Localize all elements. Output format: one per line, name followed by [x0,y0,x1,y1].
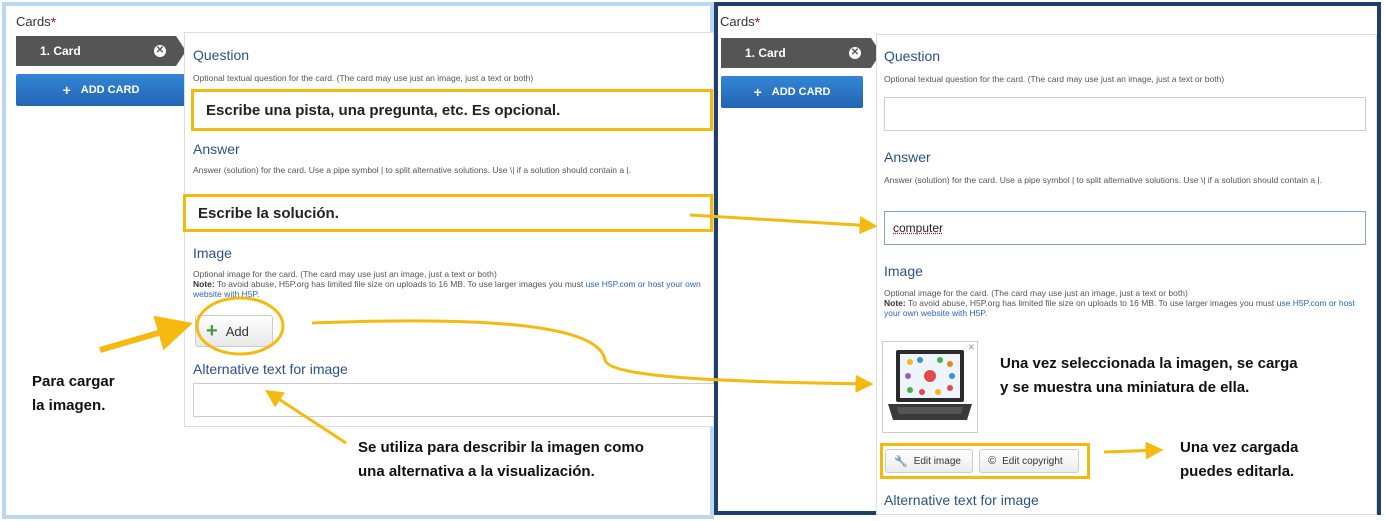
card-tab-1[interactable]: 1. Card ✕ [16,36,186,66]
alt-text-heading: Alternative text for image [884,492,1039,508]
remove-icon[interactable]: ✕ [967,342,975,353]
right-editor-panel: Cards* 1. Card ✕ + ADD CARD Question Opt… [714,2,1381,515]
question-description: Optional textual question for the card. … [193,73,534,83]
thumbnail-note: Una vez seleccionada la imagen, se carga… [1000,355,1298,396]
close-icon[interactable]: ✕ [154,45,166,57]
image-description: Optional image for the card. (The card m… [193,269,701,299]
left-editor-panel: Cards* 1. Card ✕ + ADD CARD Question Opt… [2,2,715,519]
image-description: Optional image for the card. (The card m… [884,288,1355,318]
question-heading: Question [193,47,250,63]
image-heading: Image [884,263,923,279]
question-input[interactable] [884,97,1366,131]
add-card-button[interactable]: + ADD CARD [721,76,863,108]
image-heading: Image [193,245,232,261]
edit-note: Una vez cargada puedes editarla. [1180,439,1299,480]
close-icon[interactable]: ✕ [849,47,861,59]
plus-icon: + [206,320,218,342]
image-thumbnail[interactable]: ✕ [882,341,978,433]
card-form: Question Optional textual question for t… [876,34,1377,515]
card-tab-1[interactable]: 1. Card ✕ [721,38,881,68]
card-form: Question Optional textual question for t… [183,32,715,427]
question-overlay: Escribe una pista, una pregunta, etc. Es… [191,89,713,131]
answer-description: Answer (solution) for the card. Use a pi… [884,175,1322,185]
card-tab-label: 1. Card [745,46,786,60]
edit-buttons-highlight [880,443,1090,479]
question-description: Optional textual question for the card. … [884,74,1225,84]
plus-icon: + [753,84,762,100]
answer-input[interactable]: computer [884,211,1366,245]
alt-text-note: Se utiliza para describir la imagen como… [354,436,648,484]
card-tab-label: 1. Card [40,44,81,58]
answer-heading: Answer [884,149,931,165]
add-card-button[interactable]: + ADD CARD [16,74,186,106]
answer-description: Answer (solution) for the card. Use a pi… [193,165,631,175]
plus-icon: + [62,82,71,98]
add-image-button[interactable]: + Add [195,315,273,347]
answer-heading: Answer [193,141,240,157]
laptop-image [888,350,972,420]
cards-label: Cards* [16,14,57,30]
upload-note: Para cargar la imagen. [32,373,115,414]
cards-label: Cards* [720,14,761,30]
alt-text-heading: Alternative text for image [193,361,348,377]
question-heading: Question [884,48,941,64]
answer-overlay: Escribe la solución. [183,194,713,232]
alt-text-input[interactable] [193,383,715,417]
